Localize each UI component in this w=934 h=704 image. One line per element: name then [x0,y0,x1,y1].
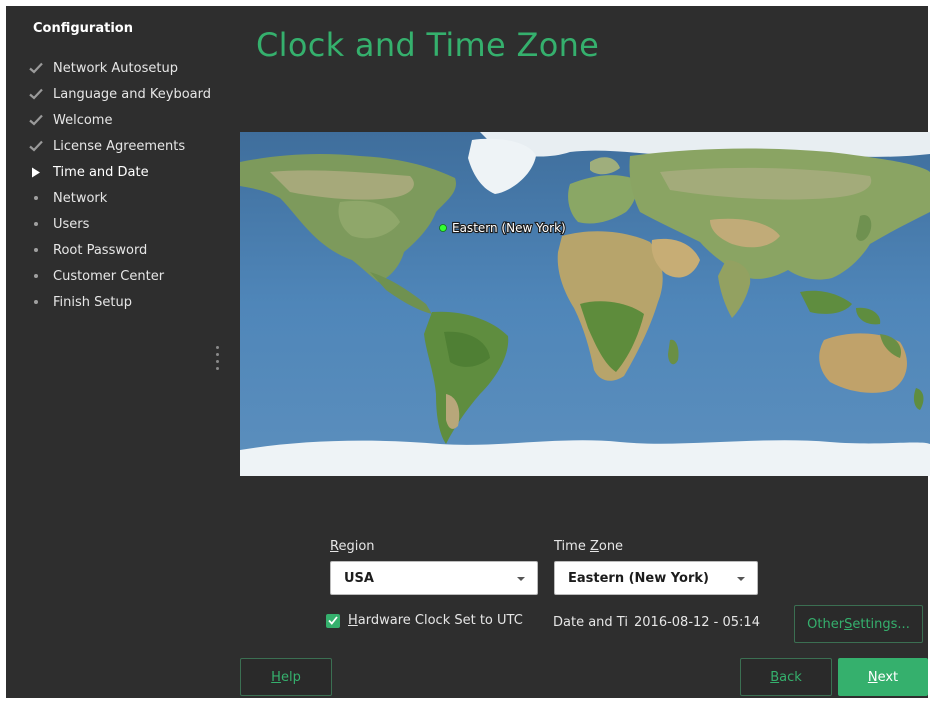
step-welcome: Welcome [27,109,112,131]
checkmark-icon [27,140,45,152]
step-label: Language and Keyboard [53,86,211,102]
datetime-value: 2016-08-12 - 05:14 [634,615,760,630]
step-finish-setup: Finish Setup [27,291,132,313]
installer-window: Configuration Network Autosetup Language… [6,6,930,698]
dropdown-arrow-icon [517,577,525,581]
world-map[interactable]: Eastern (New York) [240,132,930,476]
bullet-icon [27,300,45,304]
back-button[interactable]: Back [740,658,832,696]
step-users: Users [27,213,89,235]
step-network-autosetup: Network Autosetup [27,57,178,79]
page-title: Clock and Time Zone [256,26,600,64]
hardware-clock-checkbox[interactable]: Hardware Clock Set to UTC [326,613,523,628]
hardware-clock-label: Hardware Clock Set to UTC [348,613,523,628]
region-value: USA [344,570,374,586]
sidebar-resize-handle[interactable] [216,346,220,370]
checkmark-icon [27,88,45,100]
step-network: Network [27,187,107,209]
sidebar-title: Configuration [33,21,133,36]
step-label: Welcome [53,112,113,128]
timezone-select[interactable]: Eastern (New York) [554,561,758,595]
other-settings-button[interactable]: Other Settings... [794,605,923,643]
step-language-keyboard: Language and Keyboard [27,83,211,105]
step-label: Network Autosetup [53,60,178,76]
next-button[interactable]: Next [838,658,928,696]
timezone-label: Time Zone [554,539,624,554]
region-label: Region [330,539,375,554]
timezone-value: Eastern (New York) [568,570,709,586]
step-label: License Agreements [53,138,186,154]
checkbox-checked-icon[interactable] [326,613,340,628]
sidebar: Configuration Network Autosetup Language… [6,6,234,698]
arrow-right-icon [27,167,45,178]
region-select[interactable]: USA [330,561,538,595]
checkmark-icon [27,62,45,74]
step-time-and-date: Time and Date [27,161,149,183]
step-label: Finish Setup [53,294,132,310]
bullet-icon [27,274,45,278]
step-label: Network [53,190,108,206]
step-label: Root Password [53,242,148,258]
map-selected-label: Eastern (New York) [452,221,566,235]
datetime-label: Date and Time [553,615,627,630]
checkmark-icon [27,114,45,126]
step-customer-center: Customer Center [27,265,164,287]
bullet-icon [27,222,45,226]
step-label: Users [53,216,90,232]
bullet-icon [27,196,45,200]
dropdown-arrow-icon [737,577,745,581]
step-label: Time and Date [53,164,149,180]
step-license-agreements: License Agreements [27,135,185,157]
help-button[interactable]: Help [240,658,332,696]
bullet-icon [27,248,45,252]
step-label: Customer Center [53,268,165,284]
step-root-password: Root Password [27,239,147,261]
